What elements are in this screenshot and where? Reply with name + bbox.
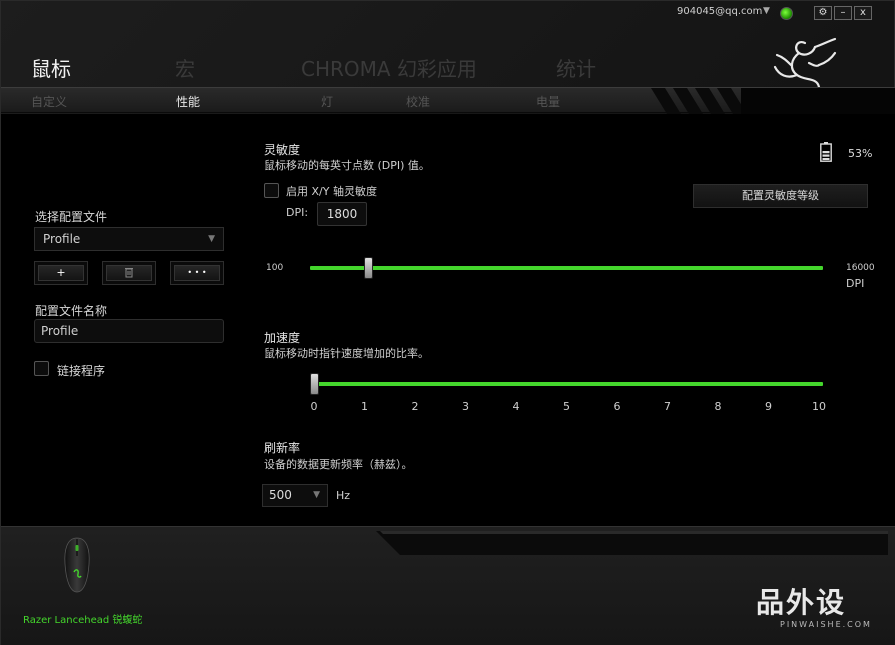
tab-macro[interactable]: 宏	[175, 53, 195, 82]
performance-content: 选择配置文件 Profile ▼ + • • • 配置文件名称 Profile …	[1, 114, 895, 526]
account-email[interactable]: 904045@qq.com	[677, 6, 762, 17]
more-options-button[interactable]: • • •	[170, 261, 224, 285]
online-status-icon[interactable]	[780, 7, 793, 20]
decorative-stripes	[651, 88, 747, 114]
acceleration-slider-thumb[interactable]	[310, 373, 319, 395]
synapse-window: 904045@qq.com ▼ ⚙ – x 鼠标 宏 CHROMA 幻彩应用 统…	[0, 0, 895, 645]
polling-rate-unit: Hz	[336, 489, 351, 502]
more-options-label: • • •	[174, 265, 220, 281]
title-bar: 904045@qq.com ▼ ⚙ – x	[1, 1, 894, 25]
dpi-slider-track[interactable]	[310, 266, 823, 270]
subtab-calibration[interactable]: 校准	[406, 93, 430, 110]
dpi-input[interactable]: 1800	[317, 202, 367, 226]
watermark-url: PINWAISHE.COM	[780, 620, 872, 629]
dpi-max-label: 16000	[846, 263, 875, 273]
acceleration-title: 加速度	[264, 331, 301, 345]
minimize-button[interactable]: –	[834, 6, 852, 20]
profile-dropdown[interactable]: Profile ▼	[34, 227, 224, 251]
profile-name-field[interactable]: Profile	[34, 319, 224, 343]
acceleration-tick-1: 1	[361, 400, 368, 413]
polling-rate-title: 刷新率	[264, 441, 301, 455]
settings-gear-button[interactable]: ⚙	[814, 6, 832, 20]
acceleration-tick-4: 4	[512, 400, 520, 413]
acceleration-tick-3: 3	[462, 400, 469, 413]
tab-stats[interactable]: 统计	[556, 53, 596, 82]
acceleration-description: 鼠标移动时指针速度增加的比率。	[264, 347, 429, 360]
chevron-down-icon: ▼	[313, 490, 320, 500]
enable-xy-sensitivity-label: 启用 X/Y 轴灵敏度	[286, 185, 377, 198]
sub-tab-bar: 自定义 性能 灯 校准 电量	[1, 87, 895, 114]
trash-icon	[106, 265, 152, 281]
link-program-checkbox[interactable]	[34, 361, 49, 376]
device-name[interactable]: Razer Lancehead 锐蝮蛇	[23, 611, 142, 626]
acceleration-slider-track[interactable]	[310, 382, 823, 386]
configure-sensitivity-stages-button[interactable]: 配置灵敏度等级	[693, 184, 868, 208]
decorative-dark-band	[741, 88, 895, 114]
acceleration-tick-7: 7	[664, 400, 671, 413]
add-profile-label: +	[38, 265, 84, 281]
polling-rate-value: 500	[269, 488, 292, 502]
close-button[interactable]: x	[854, 6, 872, 20]
subtab-customize[interactable]: 自定义	[31, 93, 67, 110]
battery-percent: 53%	[848, 147, 873, 160]
tab-chroma-apps[interactable]: CHROMA 幻彩应用	[301, 53, 477, 82]
dpi-unit-label: DPI	[846, 277, 865, 290]
dpi-label: DPI:	[286, 206, 309, 219]
decorative-bottom-strip	[376, 531, 888, 555]
razer-lancehead-mouse-image[interactable]	[61, 536, 93, 594]
acceleration-tick-9: 9	[765, 400, 772, 413]
sensitivity-description: 鼠标移动的每英寸点数 (DPI) 值。	[264, 159, 430, 172]
acceleration-tick-2: 2	[411, 400, 419, 413]
dpi-min-label: 100	[266, 263, 284, 273]
polling-rate-description: 设备的数据更新频率（赫兹）。	[264, 458, 413, 471]
acceleration-tick-0: 0	[310, 400, 318, 413]
add-profile-button[interactable]: +	[34, 261, 88, 285]
account-chevron-down-icon[interactable]: ▼	[763, 6, 770, 16]
acceleration-tick-5: 5	[563, 400, 570, 413]
profile-name-label: 配置文件名称	[35, 304, 108, 318]
subtab-performance[interactable]: 性能	[176, 93, 200, 110]
profile-dropdown-value: Profile	[43, 232, 81, 246]
enable-xy-sensitivity-checkbox[interactable]	[264, 183, 279, 198]
watermark-logo: 品外设	[756, 586, 847, 619]
dpi-slider-thumb[interactable]	[364, 257, 374, 279]
tab-mouse[interactable]: 鼠标	[31, 53, 71, 82]
acceleration-tick-8: 8	[714, 400, 722, 413]
chevron-down-icon: ▼	[208, 234, 215, 244]
sensitivity-title: 灵敏度	[264, 143, 301, 157]
link-program-label: 链接程序	[57, 364, 106, 378]
battery-icon	[820, 142, 832, 162]
acceleration-tick-10: 10	[812, 400, 826, 413]
delete-profile-button[interactable]	[102, 261, 156, 285]
polling-rate-dropdown[interactable]: 500 ▼	[262, 484, 328, 507]
select-profile-label: 选择配置文件	[35, 210, 108, 224]
subtab-lighting[interactable]: 灯	[321, 93, 333, 110]
subtab-power[interactable]: 电量	[536, 93, 560, 110]
acceleration-tick-6: 6	[613, 400, 621, 413]
